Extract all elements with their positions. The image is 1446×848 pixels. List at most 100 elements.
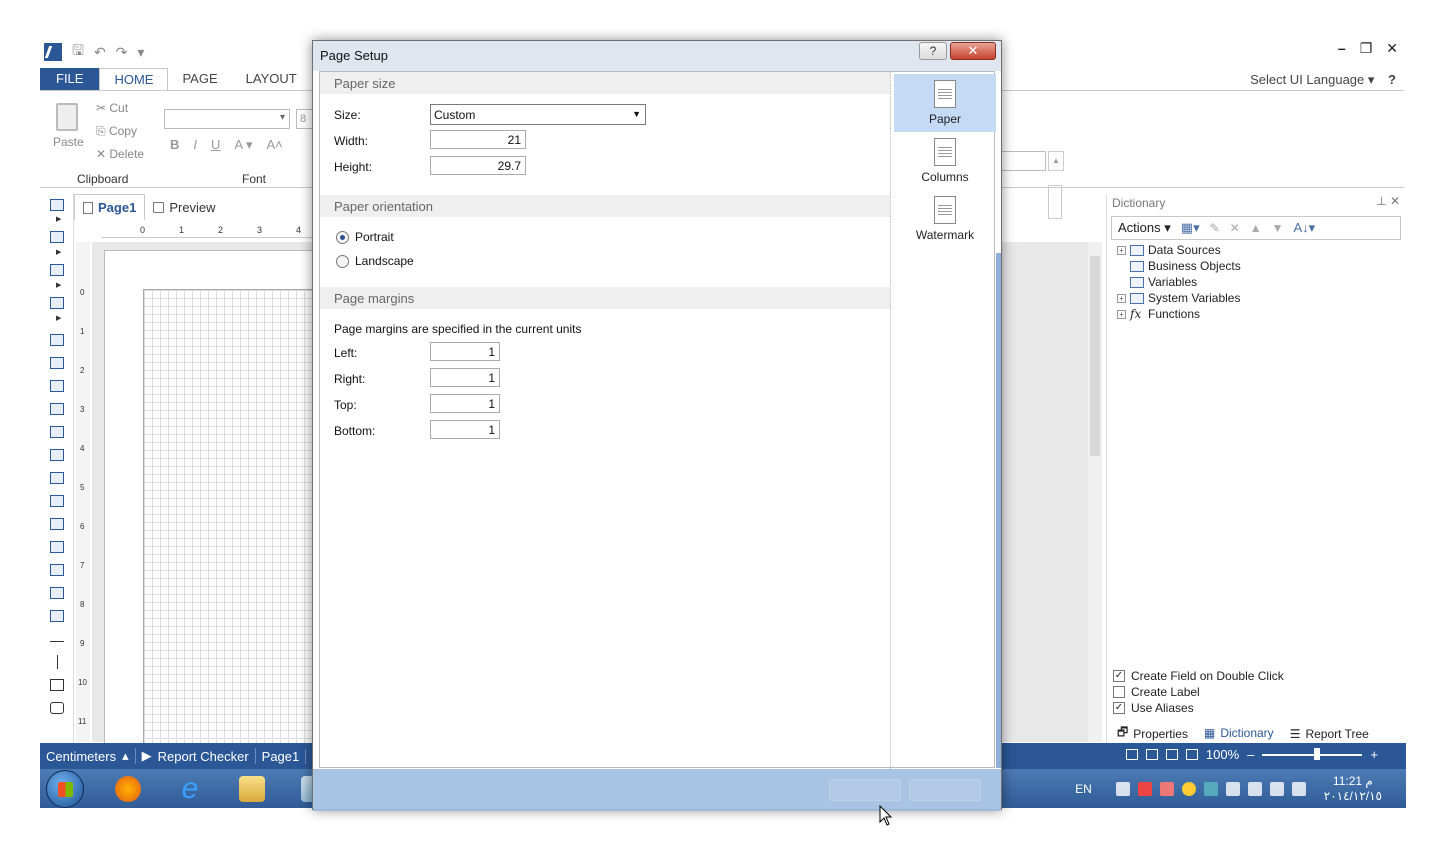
portrait-radio[interactable] [336, 230, 349, 244]
power-icon[interactable] [1269, 782, 1284, 796]
left-margin-input[interactable]: 1 [430, 342, 500, 361]
cross-band-icon[interactable] [50, 264, 64, 276]
header-band-icon[interactable] [50, 231, 64, 243]
width-input[interactable]: 21 [430, 130, 526, 149]
restore-icon[interactable]: ❐ [1360, 40, 1373, 57]
tab-page1[interactable]: Page1 [74, 194, 146, 220]
height-input[interactable]: 29.7 [430, 156, 526, 175]
size-select[interactable]: Custom [430, 104, 646, 125]
vertical-line-icon[interactable] [57, 655, 58, 669]
shape-icon[interactable] [50, 610, 64, 622]
portrait-option[interactable]: Portrait [336, 230, 394, 244]
scrollbar-thumb[interactable] [1090, 256, 1100, 456]
sub-report-icon[interactable] [50, 472, 64, 484]
checkbox[interactable]: ✓ [1113, 702, 1125, 714]
italic-icon[interactable]: I [193, 137, 197, 153]
grow-font-icon[interactable]: A˄ [267, 137, 283, 153]
taskbar-internet-explorer[interactable]: e [164, 772, 216, 806]
report-title-band-icon[interactable] [50, 199, 64, 211]
delete-button[interactable]: ✕ Delete [96, 147, 144, 161]
font-family-select[interactable] [164, 109, 290, 129]
create-field-on-double-click-option[interactable]: ✓ Create Field on Double Click [1113, 668, 1284, 684]
expand-arrow-icon[interactable]: ▶ [56, 281, 61, 289]
landscape-radio[interactable] [336, 254, 349, 268]
create-label-option[interactable]: Create Label [1113, 684, 1284, 700]
ribbon-spin-up[interactable]: ▲ [1048, 151, 1064, 171]
barcode-icon[interactable] [50, 587, 64, 599]
top-margin-input[interactable]: 1 [430, 394, 500, 413]
report-page[interactable] [104, 250, 317, 745]
zoom-out-button[interactable]: – [1247, 747, 1254, 762]
network-icon[interactable] [1115, 782, 1130, 796]
antivirus-icon[interactable] [1159, 782, 1174, 796]
customize-toolbar-icon[interactable]: ▾ [137, 44, 144, 61]
expand-arrow-icon[interactable]: ▶ [56, 248, 61, 256]
delete-icon[interactable]: ✕ [1230, 221, 1240, 235]
ribbon-gallery-scroll[interactable] [1048, 185, 1062, 219]
page-header-icon[interactable] [50, 334, 64, 346]
actions-menu[interactable]: Actions ▾ [1118, 220, 1171, 236]
pin-icon[interactable]: ⊥ [1376, 194, 1386, 208]
tree-item-business-objects[interactable]: Business Objects [1117, 258, 1241, 274]
zoom-slider-thumb[interactable] [1314, 747, 1321, 760]
close-icon[interactable]: ✕ [1386, 40, 1398, 57]
page-width-icon[interactable] [1125, 749, 1138, 760]
label-component-icon[interactable] [50, 541, 64, 553]
sidebar-item-columns[interactable]: Columns [894, 132, 996, 190]
checkbox[interactable]: ✓ [1113, 670, 1125, 682]
multiple-pages-icon[interactable] [1185, 749, 1198, 760]
bold-icon[interactable]: B [170, 137, 179, 153]
help-icon[interactable]: ? [919, 42, 947, 60]
cancel-button[interactable] [909, 779, 981, 801]
taskbar-firefox[interactable] [102, 772, 154, 806]
use-aliases-option[interactable]: ✓ Use Aliases [1113, 700, 1284, 716]
text-component-icon[interactable] [50, 380, 64, 392]
tab-page[interactable]: PAGE [168, 68, 231, 91]
tab-preview[interactable]: Preview [145, 194, 223, 220]
expand-icon[interactable]: + [1117, 309, 1126, 319]
data-band-icon[interactable] [50, 357, 64, 369]
ok-button[interactable] [829, 779, 901, 801]
rounded-rectangle-icon[interactable] [50, 702, 64, 714]
footer-band-icon[interactable] [50, 449, 64, 461]
cut-button[interactable]: ✂ Cut [96, 101, 128, 115]
clock[interactable]: 11:21 م ٢٠١٤/١٢/١٥ [1324, 774, 1382, 804]
expand-icon[interactable]: + [1117, 293, 1126, 303]
checkbox[interactable] [1113, 686, 1125, 698]
zoom-in-button[interactable]: + [1370, 747, 1378, 762]
canvas-vertical-scrollbar[interactable] [1088, 242, 1102, 742]
report-checker-button[interactable]: ▶ Report Checker [136, 748, 256, 764]
tree-item-variables[interactable]: Variables [1117, 274, 1241, 290]
taskbar-explorer[interactable] [226, 772, 278, 806]
input-language[interactable]: EN [1075, 782, 1092, 796]
close-icon[interactable]: ✕ [1390, 194, 1400, 208]
move-up-icon[interactable]: ▲ [1250, 221, 1262, 235]
start-button[interactable] [46, 770, 84, 808]
redo-icon[interactable]: ↷ [116, 44, 128, 61]
ribbon-field-right[interactable] [1000, 151, 1046, 171]
rectangle-icon[interactable] [50, 679, 64, 691]
font-color-icon[interactable]: A ▾ [234, 137, 252, 153]
picture-icon[interactable] [50, 564, 64, 576]
whole-page-icon[interactable] [1165, 749, 1178, 760]
expand-icon[interactable]: + [1117, 245, 1126, 255]
signal-icon[interactable] [1225, 782, 1240, 796]
sort-icon[interactable]: A↓▾ [1294, 220, 1316, 236]
tab-layout[interactable]: LAYOUT [232, 68, 311, 91]
paste-button[interactable]: Paste [53, 135, 84, 149]
chrome-icon[interactable] [1181, 782, 1196, 796]
tree-item-system-variables[interactable]: + System Variables [1117, 290, 1241, 306]
expand-arrow-icon[interactable]: ▶ [56, 215, 61, 223]
image-component-icon[interactable] [50, 297, 64, 309]
tab-home[interactable]: HOME [99, 68, 169, 91]
panel-icon[interactable] [50, 426, 64, 438]
flag-icon[interactable] [1247, 782, 1262, 796]
table-icon[interactable] [50, 495, 64, 507]
tree-item-functions[interactable]: + fx Functions [1117, 306, 1241, 322]
copy-button[interactable]: ⎘ Copy [96, 124, 137, 139]
edit-icon[interactable]: ✎ [1210, 221, 1220, 235]
units-selector[interactable]: Centimeters ▴ [40, 748, 136, 764]
expand-arrow-icon[interactable]: ▶ [56, 314, 61, 322]
sidebar-item-paper[interactable]: Paper [894, 74, 996, 132]
ui-language-selector[interactable]: Select UI Language ▾ ? [1250, 72, 1396, 88]
